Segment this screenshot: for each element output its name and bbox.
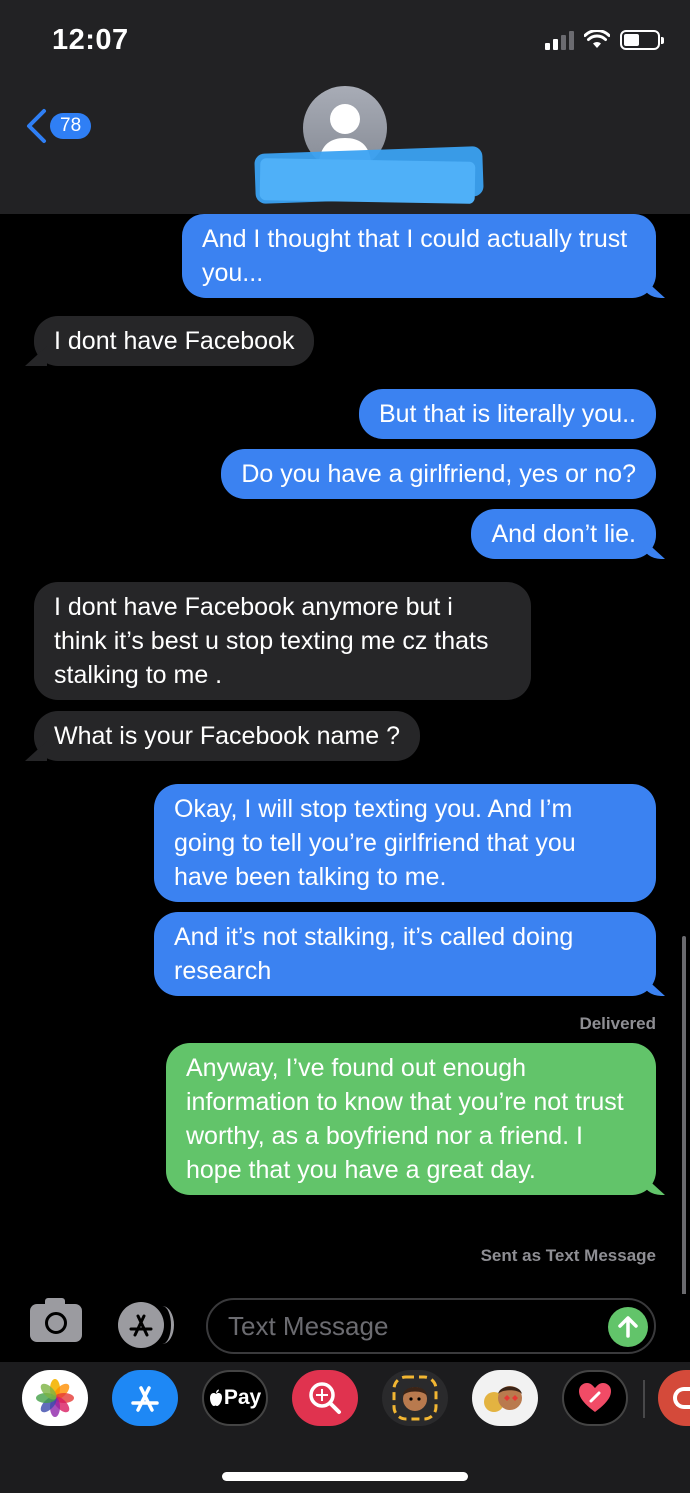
- status-icons: [545, 30, 664, 50]
- message-thread[interactable]: And I thought that I could actually trus…: [0, 214, 690, 1493]
- incoming-message[interactable]: What is your Facebook name ?: [34, 711, 420, 761]
- app-store-icon: [129, 1314, 153, 1337]
- sent-as-text-receipt: Sent as Text Message: [480, 1246, 656, 1265]
- conversation-header: 12:07 78: [0, 0, 690, 214]
- apple-pay-label: Pay: [223, 1386, 262, 1409]
- camera-icon[interactable]: [30, 1298, 82, 1342]
- outgoing-message[interactable]: And I thought that I could actually trus…: [182, 214, 656, 298]
- chevron-left-icon: [27, 109, 46, 143]
- app-store-icon: [131, 1386, 159, 1412]
- outgoing-message[interactable]: And don’t lie.: [471, 509, 656, 559]
- app-store-app[interactable]: [112, 1370, 178, 1426]
- status-time: 12:07: [52, 24, 129, 56]
- home-indicator[interactable]: [222, 1472, 468, 1481]
- cellular-signal-icon: [545, 30, 574, 50]
- memoji-icon: [392, 1375, 438, 1421]
- outgoing-message[interactable]: But that is literally you..: [358, 389, 656, 439]
- composer-bar: Text Message: [0, 1294, 690, 1362]
- message-input-placeholder: Text Message: [228, 1310, 389, 1341]
- incoming-message[interactable]: I dont have Facebook: [34, 316, 315, 366]
- partial-app-icon: [673, 1387, 690, 1409]
- outgoing-message[interactable]: Do you have a girlfriend, yes or no?: [221, 449, 656, 499]
- delivered-receipt: Delivered: [579, 1014, 656, 1033]
- partial-app[interactable]: [658, 1370, 690, 1426]
- digital-touch-icon: [579, 1383, 611, 1412]
- apple-pay-app[interactable]: Pay: [202, 1370, 268, 1426]
- search-images-icon: [309, 1382, 341, 1414]
- app-drawer: Pay: [0, 1362, 690, 1493]
- redaction-scribble: [259, 158, 476, 204]
- send-button[interactable]: [608, 1307, 648, 1347]
- photos-icon: [36, 1379, 74, 1417]
- photos-app[interactable]: [22, 1370, 88, 1426]
- arrow-up-icon: [618, 1316, 638, 1338]
- apps-button[interactable]: [118, 1302, 174, 1348]
- memoji-stickers-app[interactable]: [472, 1370, 538, 1426]
- back-button[interactable]: 78: [24, 108, 92, 144]
- unread-count-badge: 78: [50, 113, 92, 139]
- apple-logo-icon: [209, 1389, 222, 1406]
- images-search-app[interactable]: [292, 1370, 358, 1426]
- drawer-divider: [643, 1380, 645, 1418]
- memoji-app[interactable]: [382, 1370, 448, 1426]
- message-input[interactable]: Text Message: [206, 1298, 656, 1354]
- outgoing-sms-message[interactable]: Anyway, I’ve found out enough informatio…: [166, 1043, 656, 1195]
- memoji-stickers-icon: [484, 1386, 522, 1412]
- digital-touch-app[interactable]: [562, 1370, 628, 1426]
- incoming-message[interactable]: I dont have Facebook anymore but i think…: [34, 582, 531, 700]
- outgoing-message[interactable]: And it’s not stalking, it’s called doing…: [154, 912, 656, 996]
- wifi-icon: [584, 30, 610, 48]
- battery-icon: [620, 30, 664, 50]
- outgoing-message[interactable]: Okay, I will stop texting you. And I’m g…: [154, 784, 656, 902]
